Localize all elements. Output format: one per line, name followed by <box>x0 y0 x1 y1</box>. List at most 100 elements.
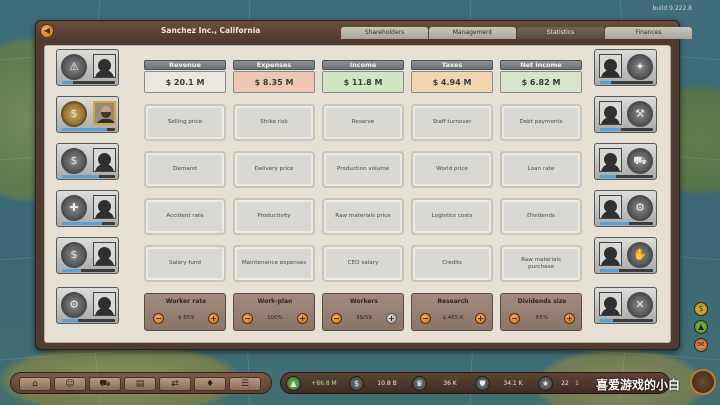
factor-card[interactable]: Productivity <box>233 198 315 235</box>
increase-button[interactable]: + <box>297 313 308 324</box>
empty-avatar <box>93 242 116 266</box>
manager-card-accounting[interactable]: $ <box>56 237 119 274</box>
decrease-button[interactable]: − <box>153 313 164 324</box>
manager-card-right-3[interactable]: ⛟ <box>594 143 657 180</box>
money-gear-icon: $ <box>61 148 87 174</box>
manager-card-finance[interactable]: $ <box>56 143 119 180</box>
control-workers: Workers − 39/59 + <box>322 293 404 331</box>
decrease-button[interactable]: − <box>331 313 342 324</box>
skill-bar <box>600 319 653 322</box>
tab-management[interactable]: Management <box>429 27 516 39</box>
skill-bar <box>62 269 115 272</box>
manager-card-production[interactable]: ✚ <box>56 190 119 227</box>
manager-card-research[interactable]: ⚙ <box>56 287 119 324</box>
control-label: Workers <box>350 298 378 305</box>
transport-icon[interactable]: ⛟ <box>89 377 121 391</box>
mail-icon[interactable]: ✉ <box>694 338 708 352</box>
chart-icon[interactable]: ▲ <box>694 320 708 334</box>
tab-bar: Shareholders Management Statistics Finan… <box>341 27 692 39</box>
increase-button[interactable]: + <box>386 313 397 324</box>
manager-card-right-2[interactable]: ⚒ <box>594 96 657 133</box>
people-icon[interactable]: ☺ <box>54 377 86 391</box>
stat-value: $ 4.94 M <box>411 71 493 93</box>
manager-card-right-1[interactable]: ✦ <box>594 49 657 86</box>
manager-card-right-5[interactable]: ✋ <box>594 237 657 274</box>
manager-card-sales[interactable]: $ <box>56 96 119 133</box>
empty-avatar <box>599 54 622 78</box>
factor-card[interactable]: Selling price <box>144 104 226 141</box>
decrease-button[interactable]: − <box>242 313 253 324</box>
skill-bar <box>62 128 115 131</box>
back-arrow-icon[interactable]: ◀ <box>40 24 54 38</box>
increase-button[interactable]: + <box>564 313 575 324</box>
empty-avatar <box>93 195 116 219</box>
factor-card[interactable]: CEO salary <box>322 245 404 282</box>
hazard-gear-icon: ⚠ <box>61 54 87 80</box>
factor-card[interactable]: Loan rate <box>500 151 582 188</box>
tab-shareholders[interactable]: Shareholders <box>341 27 428 39</box>
coin-icon[interactable]: $ <box>694 302 708 316</box>
control-label: Worker rate <box>165 298 207 305</box>
finance-gear-icon: $ <box>61 242 87 268</box>
stat-value: $ 11.8 M <box>322 71 404 93</box>
stat-expenses: Expenses $ 8.35 M <box>233 60 315 96</box>
control-label: Work-plan <box>257 298 293 305</box>
bottom-taskbar: ⌂ ☺ ⛟ ▤ ⇄ ♦ ☰ <box>10 372 272 394</box>
factor-card[interactable]: Raw materials price <box>322 198 404 235</box>
factor-card[interactable]: Reserve <box>322 104 404 141</box>
stat-title: Expenses <box>233 60 315 70</box>
decrease-button[interactable]: − <box>420 313 431 324</box>
factor-card[interactable]: Maintenance expenses <box>233 245 315 282</box>
crown-value: 36 K <box>443 380 457 387</box>
decrease-button[interactable]: − <box>509 313 520 324</box>
income-icon: ▲ <box>286 376 301 391</box>
manager-card-right-6[interactable]: ✕ <box>594 287 657 324</box>
tab-finances[interactable]: Finances <box>605 27 692 39</box>
control-value: $ 465 K <box>442 315 464 321</box>
manager-card-safety[interactable]: ⚠ <box>56 49 119 86</box>
stat-title: Taxes <box>411 60 493 70</box>
sales-gear-icon: ✋ <box>627 242 653 268</box>
skill-bar <box>62 222 115 225</box>
factor-card[interactable]: Accident rate <box>144 198 226 235</box>
factor-card[interactable]: Raw materials purchase <box>500 245 582 282</box>
factor-card[interactable]: Credits <box>411 245 493 282</box>
factor-card[interactable]: Staff turnover <box>411 104 493 141</box>
increase-button[interactable]: + <box>475 313 486 324</box>
company-window: ◀ Sanchez Inc., California Shareholders … <box>35 20 692 350</box>
control-value: 39/59 <box>356 315 372 321</box>
stat-taxes: Taxes $ 4.94 M <box>411 60 493 96</box>
skill-bar <box>600 222 653 225</box>
factor-card[interactable]: Delivery price <box>233 151 315 188</box>
control-label: Dividends size <box>517 298 567 305</box>
factor-card[interactable]: Debt payments <box>500 104 582 141</box>
factor-card[interactable]: Salary fund <box>144 245 226 282</box>
factor-card[interactable]: World price <box>411 151 493 188</box>
stat-net-income: Net income $ 6.82 M <box>500 60 582 96</box>
handshake-icon[interactable]: ⇄ <box>159 377 191 391</box>
factor-card[interactable]: Strike risk <box>233 104 315 141</box>
map-pin-icon[interactable]: ♦ <box>194 377 226 391</box>
factor-card[interactable]: Demand <box>144 151 226 188</box>
control-label: Research <box>437 298 469 305</box>
game-menu-button[interactable] <box>690 369 716 395</box>
factor-card[interactable]: Dividends <box>500 198 582 235</box>
manager-avatar <box>93 101 116 125</box>
skill-bar <box>62 81 115 84</box>
factory-icon[interactable]: ⌂ <box>19 377 51 391</box>
window-title: Sanchez Inc., California <box>161 26 261 35</box>
manager-card-right-4[interactable]: ⚙ <box>594 190 657 227</box>
storage-icon[interactable]: ▤ <box>124 377 156 391</box>
skill-bar <box>600 175 653 178</box>
factor-card[interactable]: Production volume <box>322 151 404 188</box>
chart-gear-icon: $ <box>61 101 87 127</box>
crown-icon: ♛ <box>412 376 427 391</box>
control-value: $ 659 <box>178 315 194 321</box>
menu-icon[interactable]: ☰ <box>229 377 261 391</box>
control-dividends-size: Dividends size − 65% + <box>500 293 582 331</box>
empty-avatar <box>599 292 622 316</box>
factor-card[interactable]: Logistics costs <box>411 198 493 235</box>
skill-bar <box>600 81 653 84</box>
tab-statistics[interactable]: Statistics <box>517 27 604 39</box>
increase-button[interactable]: + <box>208 313 219 324</box>
